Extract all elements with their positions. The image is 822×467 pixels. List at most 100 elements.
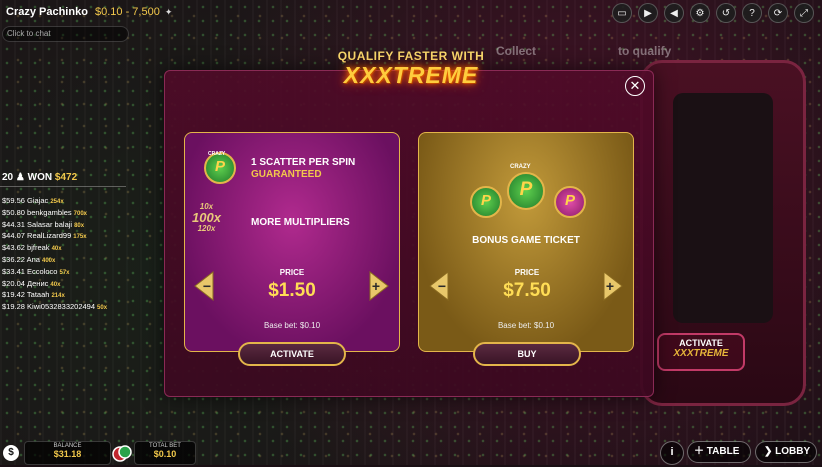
chat-icon[interactable]: ▭ — [612, 3, 632, 23]
winner-mult: 40x — [50, 281, 61, 288]
winner-mult: 57x — [59, 269, 70, 276]
winner-name: Salasar balaji — [27, 219, 73, 229]
lobby-button[interactable]: ❯ LOBBY — [755, 441, 817, 463]
machine-activate-button[interactable]: ACTIVATE XXXTREME — [657, 333, 745, 371]
winner-row: $20.04 Денис 40x — [2, 279, 107, 291]
settings-icon[interactable]: ⚙ — [690, 3, 710, 23]
winner-row: $33.41 Eccoloco 57x — [2, 267, 107, 279]
plus-icon: + — [605, 278, 615, 294]
close-icon: ✕ — [629, 78, 641, 93]
winner-mult: 40x — [51, 246, 62, 253]
winner-name: Kiwi0532833202494 — [27, 302, 96, 312]
mult-c: 120x — [197, 224, 216, 233]
activate-button[interactable]: ACTIVATE — [238, 342, 346, 366]
winner-amount: $50.80 — [2, 207, 25, 217]
price-label: PRICE — [279, 268, 305, 277]
game-title: Crazy Pachinko $0.10 - 7,500 — [6, 6, 160, 18]
slot-reel — [673, 93, 773, 323]
base-bet: Base bet: $0.10 — [263, 321, 321, 330]
winner-amount: $19.28 — [2, 302, 25, 312]
feature-scatter: 1 SCATTER PER SPIN GUARANTEED — [251, 157, 355, 181]
top-controls: ▭ ▶ ◀ ⚙ ↺ ? ⟳ ⤢ — [612, 3, 814, 23]
price-value: $7.50 — [503, 280, 551, 301]
price-increase-button[interactable]: + — [369, 271, 389, 301]
price-decrease-button[interactable]: − — [194, 271, 214, 301]
winner-mult: 175x — [73, 234, 87, 241]
modal-brand: XXXTREME — [343, 62, 479, 88]
winners-summary: 20 ♟ WON $472 — [2, 172, 77, 183]
winner-row: $59.56 Giajac 254x — [2, 196, 107, 208]
base-bet: Base bet: $0.10 — [497, 321, 555, 330]
balance-value: $31.18 — [53, 449, 82, 459]
winner-amount: $20.04 — [2, 278, 25, 288]
winners-list: $59.56 Giajac 254x $50.80 benkgambles 700x… — [2, 196, 107, 314]
feature-scatter-line2: GUARANTEED — [251, 169, 322, 180]
winner-name: Ana — [26, 254, 40, 264]
winner-name: Денис — [27, 278, 49, 288]
bet-range: $0.10 - 7,500 — [94, 6, 160, 18]
winner-mult: 700x — [73, 210, 88, 217]
help-icon[interactable]: ? — [742, 3, 762, 23]
winner-mult: 214x — [51, 293, 65, 300]
plus-icon: + — [371, 278, 381, 294]
plus-icon: ＋ — [694, 446, 704, 457]
chat-input[interactable]: Click to chat — [2, 26, 129, 42]
price-decrease-button[interactable]: − — [429, 271, 449, 301]
buy-button[interactable]: BUY — [473, 342, 581, 366]
total-bet-value: $0.10 — [153, 449, 177, 459]
fullscreen-icon[interactable]: ⤢ — [794, 3, 814, 23]
minus-icon: − — [437, 278, 447, 294]
close-button[interactable]: ✕ — [625, 76, 645, 96]
winner-row: $50.80 benkgambles 700x — [2, 208, 107, 220]
mult-b: 100x — [192, 210, 221, 225]
winner-row: $36.22 Ana 400x — [2, 255, 107, 267]
user-icon: ♟ — [15, 172, 25, 183]
winner-row: $44.31 Salasar balaji 80x — [2, 220, 107, 232]
price-increase-button[interactable]: + — [603, 271, 623, 301]
info-icon: i — [670, 446, 674, 458]
refresh-icon[interactable]: ⟳ — [768, 3, 788, 23]
machine-xxxtreme-label: XXXTREME — [673, 348, 729, 359]
winner-mult: 50x — [97, 305, 108, 312]
total-bet-box: TOTAL BET $0.10 — [134, 441, 196, 465]
winner-amount: $36.22 — [2, 254, 25, 264]
winner-name: Eccoloco — [27, 266, 58, 276]
crazy-p-badge-icon: P — [470, 186, 502, 218]
game-title-text: Crazy Pachinko — [6, 6, 88, 18]
winner-amount: $44.31 — [2, 219, 25, 229]
winner-amount: $19.42 — [2, 290, 25, 300]
lobby-label: LOBBY — [775, 446, 811, 457]
winner-row: $19.42 Tataah 214x — [2, 290, 107, 302]
winner-row: $43.62 bjfreak 40x — [2, 243, 107, 255]
winner-mult: 80x — [74, 222, 85, 229]
badge-label: CRAZY — [510, 164, 531, 170]
won-amount: $472 — [54, 172, 78, 183]
volume-icon[interactable]: ◀ — [664, 3, 684, 23]
winner-row: $44.07 RealLizard99 175x — [2, 231, 107, 243]
pin-icon[interactable]: ✦ — [165, 7, 173, 18]
table-label: TABLE — [706, 446, 740, 457]
balance-box: BALANCE $31.18 — [24, 441, 111, 465]
winner-amount: $43.62 — [2, 243, 25, 253]
currency-icon[interactable]: $ — [3, 445, 19, 461]
winner-mult: 400x — [41, 257, 56, 264]
winner-amount: $33.41 — [2, 266, 25, 276]
table-button[interactable]: ＋ TABLE — [687, 441, 751, 463]
winners-count: 20 — [2, 172, 14, 183]
video-icon[interactable]: ▶ — [638, 3, 658, 23]
crazy-p-badge-icon: P — [507, 172, 545, 210]
winner-name: Giajac — [27, 196, 49, 205]
info-button[interactable]: i — [660, 441, 684, 465]
winner-amount: $44.07 — [2, 231, 25, 241]
badge-label: CRAZY — [208, 151, 226, 157]
winner-row: $19.28 Kiwi0532833202494 50x — [2, 302, 107, 314]
chips-icon — [112, 444, 132, 462]
lobby-icon: ❯ — [764, 446, 773, 457]
winner-mult: 254x — [50, 199, 64, 205]
feature-bonus-ticket: BONUS GAME TICKET — [472, 235, 580, 246]
winner-amount: $59.56 — [2, 196, 25, 205]
history-icon[interactable]: ↺ — [716, 3, 736, 23]
winner-name: bjfreak — [27, 243, 50, 253]
minus-icon: − — [202, 278, 212, 294]
machine-activate-label: ACTIVATE — [679, 338, 723, 348]
